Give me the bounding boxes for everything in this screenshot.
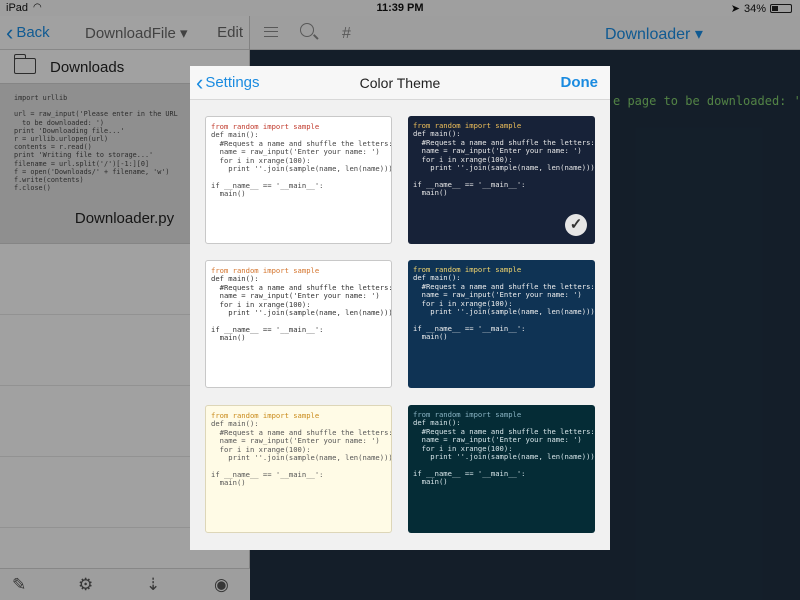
theme-code-body: def main(): #Request a name and shuffle … [211,419,392,488]
theme-code-sample: from random import sample def main(): #R… [211,122,392,199]
modal-title: Color Theme [359,75,441,91]
done-button[interactable]: Done [561,74,599,91]
theme-code-sample: from random import sample def main(): #R… [413,121,595,198]
theme-option-cream[interactable]: from random import sample def main(): #R… [205,405,392,533]
theme-option-light[interactable]: from random import sample def main(): #R… [205,116,392,244]
theme-code-body: def main(): #Request a name and shuffle … [211,130,392,199]
theme-code-sample: from random import sample def main(): #R… [413,410,595,487]
color-theme-modal: ‹ Settings Color Theme Done from random … [190,66,610,550]
theme-code-body: def main(): #Request a name and shuffle … [413,418,595,487]
theme-code-body: def main(): #Request a name and shuffle … [413,129,595,198]
theme-code-sample: from random import sample def main(): #R… [211,266,392,343]
theme-option-dark-teal[interactable]: from random import sample def main(): #R… [408,405,595,533]
theme-code-body: def main(): #Request a name and shuffle … [211,274,392,343]
modal-nav: ‹ Settings Color Theme Done [190,66,610,100]
checkmark-icon: ✓ [565,214,587,236]
theme-option-dark-navy[interactable]: from random import sample def main(): #R… [408,116,595,244]
theme-option-dark-blue[interactable]: from random import sample def main(): #R… [408,260,595,388]
theme-code-sample: from random import sample def main(): #R… [413,265,595,342]
theme-code-body: def main(): #Request a name and shuffle … [413,273,595,342]
theme-option-light-alt[interactable]: from random import sample def main(): #R… [205,260,392,388]
theme-code-sample: from random import sample def main(): #R… [211,411,392,488]
